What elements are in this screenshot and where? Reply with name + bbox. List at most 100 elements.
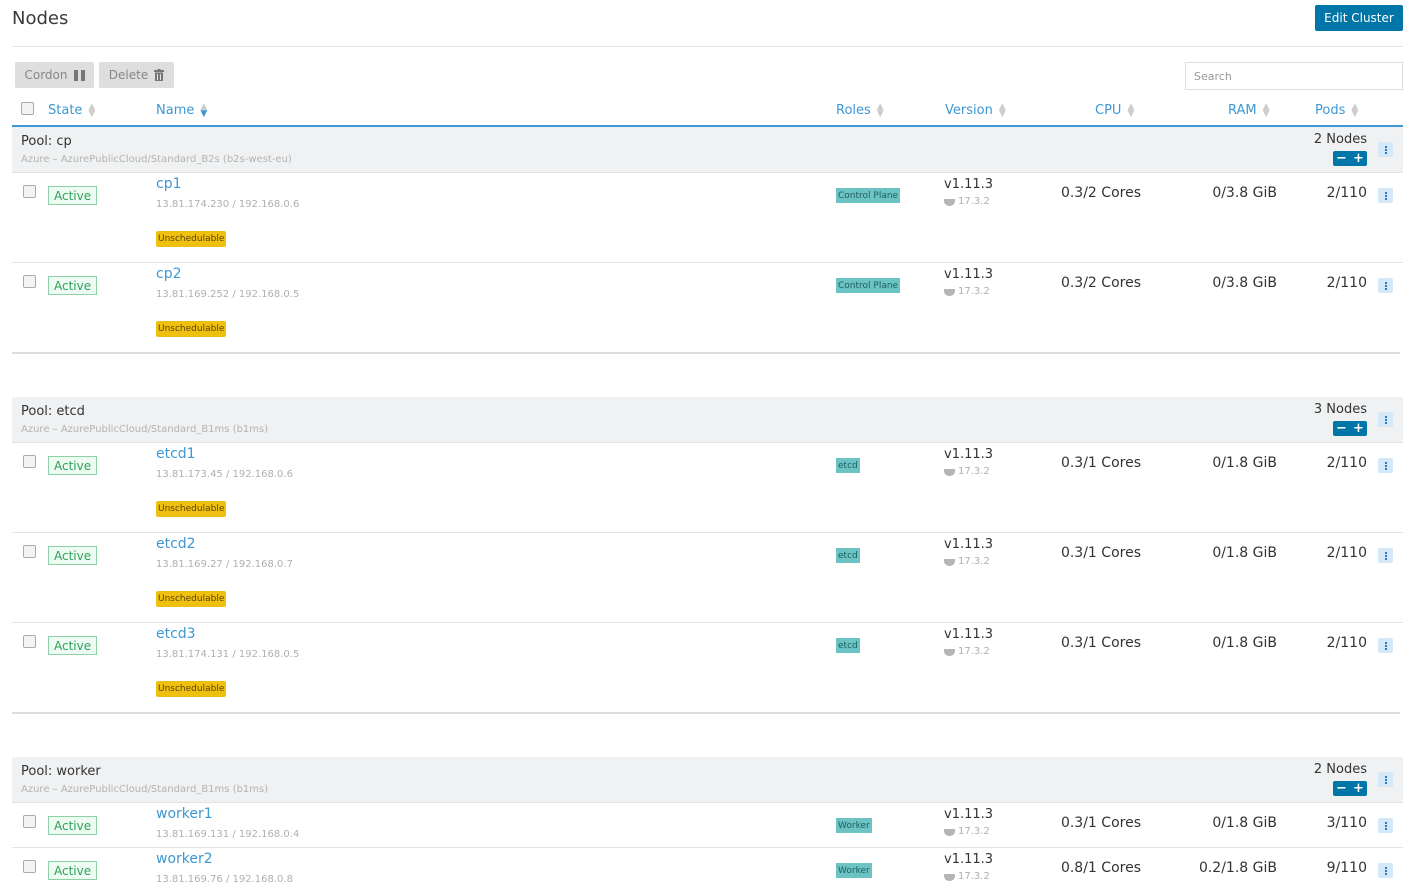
docker-icon xyxy=(944,199,955,206)
column-header-pods[interactable]: Pods ▲ ▼ xyxy=(1315,101,1359,119)
cordon-button[interactable]: Cordon xyxy=(15,62,94,88)
pod-count: 9/110 xyxy=(1326,860,1367,876)
pool-actions-menu-icon[interactable] xyxy=(1378,772,1393,787)
node-name-link[interactable]: etcd1 xyxy=(156,446,196,462)
select-all-checkbox[interactable] xyxy=(21,102,34,115)
pool-provider: Azure – AzurePublicCloud/Standard_B1ms (… xyxy=(21,424,269,435)
kubernetes-version: v1.11.3 xyxy=(944,267,994,282)
node-name-link[interactable]: etcd3 xyxy=(156,626,196,642)
docker-icon xyxy=(944,289,955,296)
pool-actions-menu-icon[interactable] xyxy=(1378,142,1393,157)
unschedulable-badge: Unschedulable xyxy=(156,681,227,697)
row-actions-menu-icon[interactable] xyxy=(1378,548,1393,563)
row-checkbox[interactable] xyxy=(23,635,36,648)
column-header-ram[interactable]: RAM ▲ ▼ xyxy=(1228,101,1270,119)
row-actions-menu-icon[interactable] xyxy=(1378,188,1393,203)
unschedulable-badge: Unschedulable xyxy=(156,591,227,607)
ram-usage: 0/3.8 GiB xyxy=(1212,185,1277,201)
pool-header: Pool: worker Azure – AzurePublicCloud/Sta… xyxy=(12,757,1403,803)
pool-scale-control: − + xyxy=(1333,781,1367,796)
row-checkbox[interactable] xyxy=(23,860,36,873)
docker-icon xyxy=(944,559,955,566)
row-actions-menu-icon[interactable] xyxy=(1378,863,1393,878)
ram-usage: 0/1.8 GiB xyxy=(1212,815,1277,831)
role-badge: etcd xyxy=(836,548,860,563)
sort-icon: ▲ ▼ xyxy=(876,101,884,119)
docker-version-text: 17.3.2 xyxy=(958,646,990,657)
search-input[interactable] xyxy=(1185,62,1403,90)
docker-version: 17.3.2 xyxy=(944,196,990,207)
pod-count: 2/110 xyxy=(1326,635,1367,651)
title-divider xyxy=(12,46,1403,47)
node-name-link[interactable]: cp1 xyxy=(156,176,182,192)
node-row: Active etcd1 13.81.173.45 / 192.168.0.6 Uns… xyxy=(12,443,1403,533)
node-name-link[interactable]: etcd2 xyxy=(156,536,196,552)
sort-icon: ▲ ▼ xyxy=(1262,101,1270,119)
column-header-roles[interactable]: Roles ▲ ▼ xyxy=(836,101,884,119)
role-badge: Worker xyxy=(836,863,872,878)
kubernetes-version: v1.11.3 xyxy=(944,627,994,642)
node-name-link[interactable]: worker1 xyxy=(156,806,213,822)
node-ip-addresses: 13.81.169.27 / 192.168.0.7 xyxy=(156,559,293,570)
sort-icon: ▲ ▼ xyxy=(1351,101,1359,119)
row-checkbox[interactable] xyxy=(23,815,36,828)
cordon-label: Cordon xyxy=(24,68,68,82)
node-row: Active cp1 13.81.174.230 / 192.168.0.6 Unsc… xyxy=(12,173,1403,263)
cpu-usage: 0.3/2 Cores xyxy=(1060,185,1141,201)
row-checkbox[interactable] xyxy=(23,455,36,468)
scale-up-icon[interactable]: + xyxy=(1353,151,1364,166)
kubernetes-version: v1.11.3 xyxy=(944,447,994,462)
row-checkbox[interactable] xyxy=(23,275,36,288)
delete-button[interactable]: Delete xyxy=(99,62,174,88)
state-badge: Active xyxy=(48,861,98,880)
scale-down-icon[interactable]: − xyxy=(1336,151,1347,166)
sort-descending-icon: ▲ ▼ xyxy=(200,101,208,119)
row-actions-menu-icon[interactable] xyxy=(1378,818,1393,833)
scale-down-icon[interactable]: − xyxy=(1336,781,1347,796)
row-actions-menu-icon[interactable] xyxy=(1378,278,1393,293)
page-title: Nodes xyxy=(12,8,69,29)
state-badge: Active xyxy=(48,546,98,565)
edit-cluster-button[interactable]: Edit Cluster xyxy=(1315,5,1403,31)
pod-count: 2/110 xyxy=(1326,455,1367,471)
kubernetes-version: v1.11.3 xyxy=(944,852,994,867)
column-header-cpu[interactable]: CPU ▲ ▼ xyxy=(1095,101,1135,119)
ram-usage: 0/1.8 GiB xyxy=(1212,545,1277,561)
node-name-link[interactable]: cp2 xyxy=(156,266,182,282)
docker-version: 17.3.2 xyxy=(944,826,990,837)
node-ip-addresses: 13.81.169.131 / 192.168.0.4 xyxy=(156,829,300,840)
pool-node-count: 3 Nodes xyxy=(1313,402,1367,417)
docker-icon xyxy=(944,829,955,836)
row-actions-menu-icon[interactable] xyxy=(1378,638,1393,653)
row-checkbox[interactable] xyxy=(23,545,36,558)
column-header-version[interactable]: Version ▲ ▼ xyxy=(945,101,1006,119)
ram-usage: 0/1.8 GiB xyxy=(1212,635,1277,651)
column-header-name[interactable]: Name ▲ ▼ xyxy=(156,101,208,119)
ram-usage: 0/1.8 GiB xyxy=(1212,455,1277,471)
pool-header: Pool: etcd Azure – AzurePublicCloud/Stand… xyxy=(12,397,1403,443)
scale-down-icon[interactable]: − xyxy=(1336,421,1347,436)
pool-actions-menu-icon[interactable] xyxy=(1378,412,1393,427)
docker-icon xyxy=(944,649,955,656)
node-name-link[interactable]: worker2 xyxy=(156,851,213,867)
state-badge: Active xyxy=(48,636,98,655)
scale-up-icon[interactable]: + xyxy=(1353,781,1364,796)
unschedulable-badge: Unschedulable xyxy=(156,321,227,337)
pool-divider xyxy=(12,352,1400,354)
row-checkbox[interactable] xyxy=(23,185,36,198)
pod-count: 2/110 xyxy=(1326,545,1367,561)
scale-up-icon[interactable]: + xyxy=(1353,421,1364,436)
node-row: Active cp2 13.81.169.252 / 192.168.0.5 Unsc… xyxy=(12,263,1403,353)
role-badge: Worker xyxy=(836,818,872,833)
column-header-state[interactable]: State ▲ ▼ xyxy=(48,102,95,118)
pool-scale-control: − + xyxy=(1333,151,1367,166)
sort-icon: ▲ ▼ xyxy=(998,101,1006,119)
row-actions-menu-icon[interactable] xyxy=(1378,458,1393,473)
docker-version: 17.3.2 xyxy=(944,556,990,567)
pool-name: Pool: cp xyxy=(21,134,72,149)
docker-version: 17.3.2 xyxy=(944,466,990,477)
node-ip-addresses: 13.81.169.252 / 192.168.0.5 xyxy=(156,289,300,300)
docker-version: 17.3.2 xyxy=(944,286,990,297)
sort-icon: ▲ ▼ xyxy=(1127,101,1135,119)
node-row: Active etcd2 13.81.169.27 / 192.168.0.7 Uns… xyxy=(12,533,1403,623)
